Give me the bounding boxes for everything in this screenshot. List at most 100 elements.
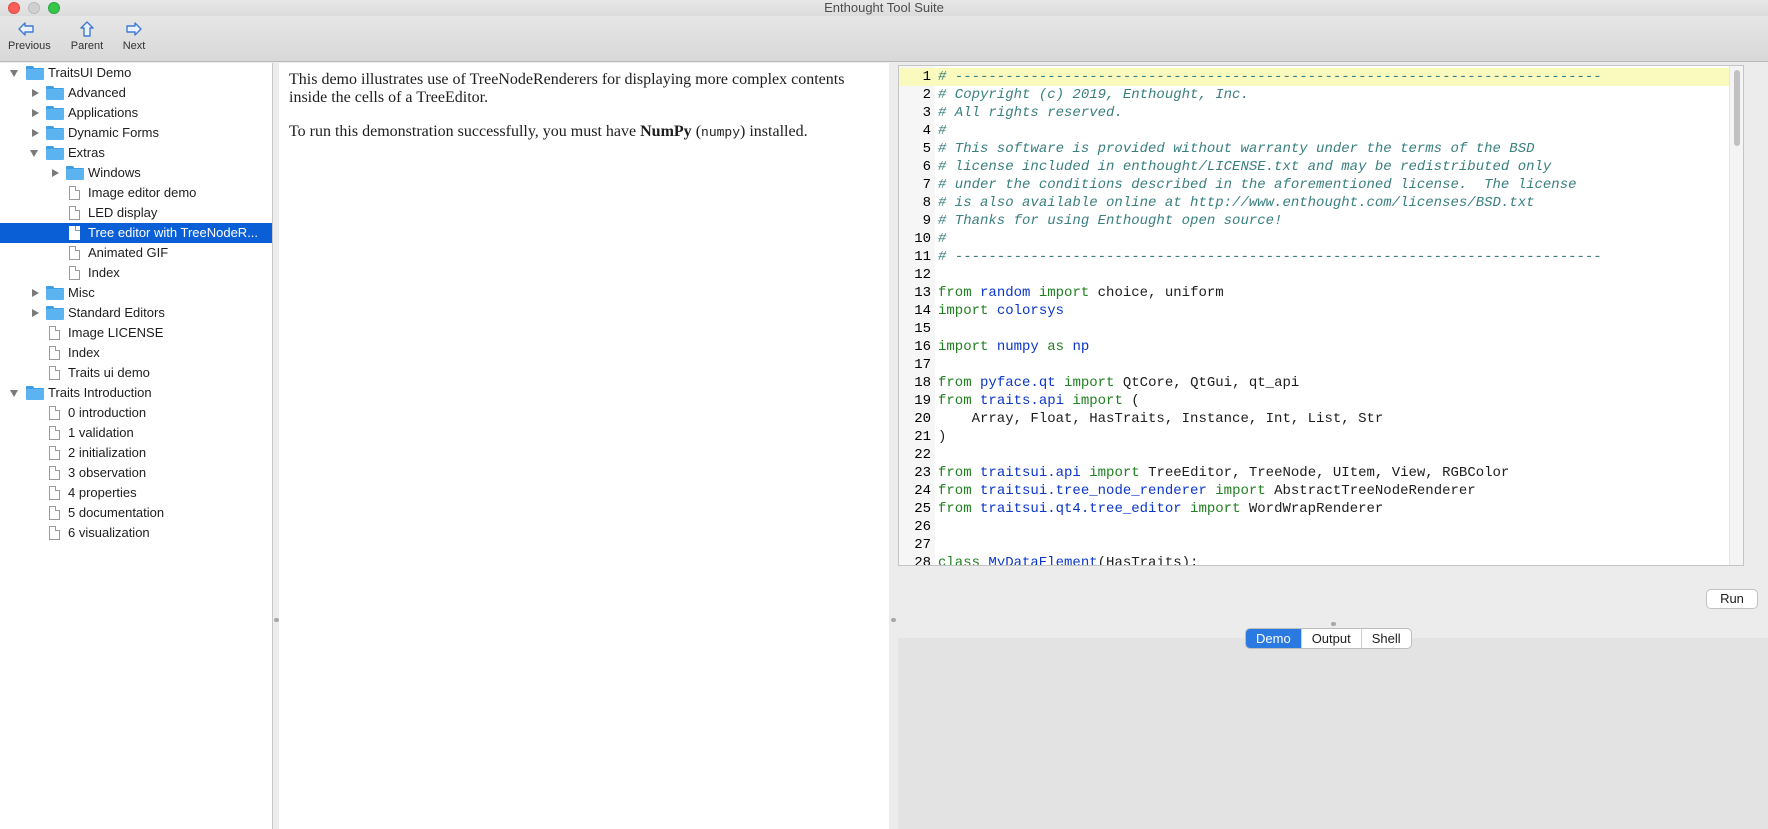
output-tab-bar: Demo Output Shell	[1245, 628, 1412, 649]
disclosure-collapsed-icon[interactable]	[52, 169, 59, 177]
tree-item-label: 5 documentation	[68, 505, 165, 520]
tree-item-label: 0 introduction	[68, 405, 147, 420]
code-line: 26	[899, 518, 1743, 536]
disclosure-collapsed-icon[interactable]	[32, 129, 39, 137]
tree-item-label: Extras	[68, 145, 105, 160]
line-number: 10	[914, 231, 931, 247]
code-line: 24 from traitsui.tree_node_renderer impor…	[899, 482, 1743, 500]
tree-item-label: Animated GIF	[88, 245, 169, 260]
tree-file-item[interactable]: Image editor demo	[0, 183, 272, 203]
tree-file-item[interactable]: 2 initialization	[0, 443, 272, 463]
tree-file-item[interactable]: Tree editor with TreeNodeR...	[0, 223, 272, 243]
tree-file-item[interactable]: 5 documentation	[0, 503, 272, 523]
document-icon	[49, 326, 60, 340]
tree-folder-item[interactable]: Standard Editors	[0, 303, 272, 323]
code-text: from pyface.qt import QtCore, QtGui, qt_…	[938, 375, 1300, 391]
tree-item-label: 2 initialization	[68, 445, 147, 460]
demo-tree[interactable]: TraitsUI Demo Advanced Applications Dynamic…	[0, 63, 273, 829]
line-number: 8	[922, 195, 931, 211]
code-text: from traitsui.api import TreeEditor, Tre…	[938, 465, 1510, 481]
tree-file-item[interactable]: Image LICENSE	[0, 323, 272, 343]
disclosure-expanded-icon[interactable]	[30, 150, 38, 157]
code-line: 12	[899, 266, 1743, 284]
toolbar: Previous Parent Next	[0, 16, 1768, 62]
splitter-handle-middle[interactable]	[891, 618, 896, 622]
tree-folder-item[interactable]: Windows	[0, 163, 272, 183]
tree-file-item[interactable]: 3 observation	[0, 463, 272, 483]
document-icon	[49, 446, 60, 460]
previous-button[interactable]: Previous	[8, 20, 51, 52]
disclosure-collapsed-icon[interactable]	[32, 289, 39, 297]
line-number: 18	[914, 375, 931, 391]
disclosure-collapsed-icon[interactable]	[32, 89, 39, 97]
tree-item-label: Tree editor with TreeNodeR...	[88, 225, 259, 240]
tree-item-label: Image editor demo	[88, 185, 197, 200]
arrow-left-icon	[18, 22, 34, 36]
disclosure-collapsed-icon[interactable]	[32, 109, 39, 117]
tree-file-item[interactable]: Traits ui demo	[0, 363, 272, 383]
folder-icon	[46, 146, 64, 160]
tree-folder-item[interactable]: Applications	[0, 103, 272, 123]
code-line: 15	[899, 320, 1743, 338]
next-button[interactable]: Next	[121, 20, 147, 52]
tree-item-label: Traits Introduction	[48, 385, 152, 400]
tree-folder-item[interactable]: Misc	[0, 283, 272, 303]
tree-folder-item[interactable]: Traits Introduction	[0, 383, 272, 403]
line-number: 5	[922, 141, 931, 157]
tree-folder-item[interactable]: Extras	[0, 143, 272, 163]
numpy-code: numpy	[701, 125, 741, 140]
code-text: # under the conditions described in the …	[938, 177, 1577, 193]
splitter-handle-bottom[interactable]	[1331, 622, 1336, 626]
line-number: 3	[922, 105, 931, 121]
tree-file-item[interactable]: Index	[0, 343, 272, 363]
line-number: 16	[914, 339, 931, 355]
tree-file-item[interactable]: 0 introduction	[0, 403, 272, 423]
tree-file-item[interactable]: Animated GIF	[0, 243, 272, 263]
code-line: 8 # is also available online at http://ww…	[899, 194, 1743, 212]
tree-folder-item[interactable]: Advanced	[0, 83, 272, 103]
document-icon	[49, 426, 60, 440]
code-text: # Thanks for using Enthought open source…	[938, 213, 1283, 229]
code-line: 21)	[899, 428, 1743, 446]
close-window-button[interactable]	[8, 2, 20, 14]
tree-item-label: 1 validation	[68, 425, 134, 440]
line-number: 17	[914, 357, 931, 373]
line-number: 19	[914, 393, 931, 409]
code-line: 11 # ------------------------------------…	[899, 248, 1743, 266]
tab-demo[interactable]: Demo	[1246, 629, 1302, 648]
tab-output[interactable]: Output	[1302, 629, 1362, 648]
tree-file-item[interactable]: LED display	[0, 203, 272, 223]
tree-folder-item[interactable]: Dynamic Forms	[0, 123, 272, 143]
tab-shell[interactable]: Shell	[1362, 629, 1411, 648]
tree-file-item[interactable]: 1 validation	[0, 423, 272, 443]
code-text: import colorsys	[938, 303, 1065, 319]
line-number: 22	[914, 447, 931, 463]
document-icon	[69, 186, 80, 200]
tree-folder-item[interactable]: TraitsUI Demo	[0, 63, 272, 83]
numpy-bold: NumPy	[640, 123, 692, 140]
previous-label: Previous	[8, 40, 51, 52]
tree-file-item[interactable]: 6 visualization	[0, 523, 272, 543]
run-button[interactable]: Run	[1706, 589, 1758, 609]
code-editor[interactable]: 1 # -------------------------------------…	[898, 65, 1744, 566]
tree-item-label: Index	[68, 345, 100, 360]
disclosure-expanded-icon[interactable]	[10, 70, 18, 77]
document-icon	[49, 526, 60, 540]
zoom-window-button[interactable]	[48, 2, 60, 14]
scrollbar-thumb[interactable]	[1734, 70, 1740, 146]
tree-file-item[interactable]: 4 properties	[0, 483, 272, 503]
code-line: 22	[899, 446, 1743, 464]
code-line: 5 # This software is provided without war…	[899, 140, 1743, 158]
line-number: 26	[914, 519, 931, 535]
disclosure-expanded-icon[interactable]	[10, 390, 18, 397]
parent-button[interactable]: Parent	[70, 20, 104, 52]
line-number: 11	[914, 249, 931, 265]
tree-item-label: Windows	[88, 165, 141, 180]
tree-file-item[interactable]: Index	[0, 263, 272, 283]
minimize-window-button[interactable]	[28, 2, 40, 14]
code-line: 17	[899, 356, 1743, 374]
line-number: 15	[914, 321, 931, 337]
disclosure-collapsed-icon[interactable]	[32, 309, 39, 317]
code-scrollbar[interactable]	[1729, 66, 1743, 565]
code-line: 23 from traitsui.api import TreeEditor, T…	[899, 464, 1743, 482]
